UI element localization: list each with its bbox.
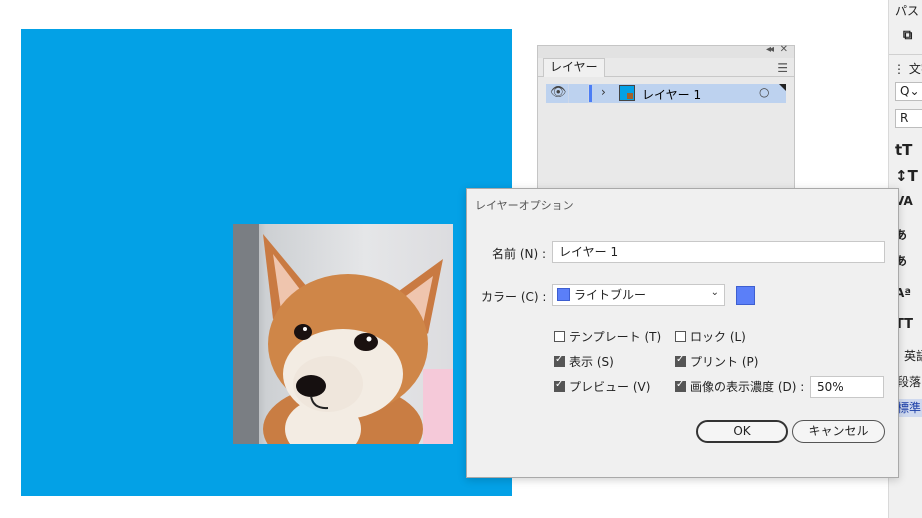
show-checkbox[interactable] [554, 354, 565, 367]
layers-panel: ◂◂ ✕ レイヤー ☰ 👁 › レイヤー 1 ○ [537, 44, 795, 205]
color-swatch [557, 288, 570, 301]
panel-titlebar: ◂◂ ✕ [538, 44, 794, 58]
chevron-right-icon[interactable]: › [601, 85, 606, 99]
name-field[interactable]: レイヤー 1 [552, 241, 885, 263]
lock-slot[interactable] [568, 84, 589, 103]
font-size-icon: tT [895, 141, 913, 159]
path-panel-label[interactable]: パス [895, 2, 919, 19]
pathfinder-icon[interactable]: ⧉ [903, 28, 912, 43]
leading-icon: ↕T [895, 167, 918, 185]
color-picker-swatch[interactable] [736, 286, 755, 305]
panel-menu-icon[interactable]: ☰ [777, 61, 788, 75]
layer-color-bar [589, 85, 592, 102]
dim-images-label: 画像の表示濃度 (D) : [690, 380, 805, 394]
layer-options-dialog: レイヤーオプション 名前 (N) : レイヤー 1 カラー (C) : ライトブ… [466, 188, 899, 478]
print-checkbox[interactable] [675, 354, 686, 367]
tab-layers[interactable]: レイヤー [543, 58, 605, 77]
paragraph-label[interactable]: 段落 [897, 373, 921, 390]
font-search-field[interactable]: Q⌄ [895, 82, 922, 101]
language-select[interactable]: 英語 [904, 347, 922, 364]
color-label: カラー (C) : [481, 290, 547, 304]
dim-images-checkbox[interactable] [675, 379, 686, 392]
name-label: 名前 (N) : [492, 247, 547, 261]
cancel-button[interactable]: キャンセル [792, 420, 885, 443]
chevron-down-icon: ⌄ [710, 287, 719, 298]
eye-icon[interactable]: 👁 [550, 85, 567, 100]
color-select[interactable]: ライトブルー ⌄ [552, 284, 725, 306]
close-icon[interactable]: ✕ [780, 44, 788, 55]
ok-button[interactable]: OK [696, 420, 788, 443]
template-label: テンプレート (T) [569, 330, 662, 344]
lock-checkbox[interactable] [675, 331, 686, 342]
lock-label: ロック (L) [690, 330, 746, 344]
preview-checkbox[interactable] [554, 379, 565, 392]
selection-corner-icon [779, 84, 786, 91]
font-style-field[interactable]: R [895, 109, 922, 128]
template-checkbox[interactable] [554, 331, 565, 342]
show-label: 表示 (S) [569, 355, 614, 369]
color-select-value: ライトブルー [574, 288, 647, 302]
layer-thumbnail [619, 85, 635, 101]
dog-photo [233, 224, 453, 444]
layer-row[interactable]: 👁 › レイヤー 1 ○ [546, 84, 786, 103]
character-panel-label[interactable]: ⋮ 文字 [893, 60, 922, 77]
dim-percent-field[interactable]: 50% [810, 376, 884, 398]
double-chevron-left-icon[interactable]: ◂◂ [766, 44, 774, 55]
dialog-title: レイヤーオプション [475, 199, 574, 212]
print-label: プリント (P) [690, 355, 759, 369]
target-icon[interactable]: ○ [759, 85, 769, 99]
layer-name[interactable]: レイヤー 1 [642, 86, 701, 103]
preview-label: プレビュー (V) [569, 380, 651, 394]
